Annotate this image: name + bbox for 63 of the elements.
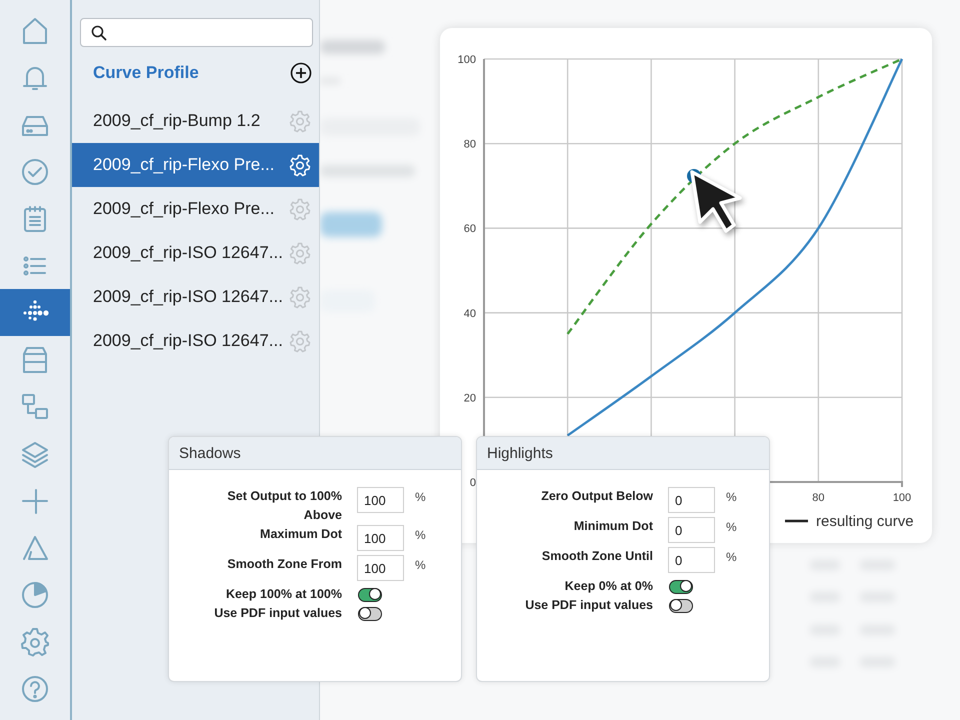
input-field[interactable]: 0 — [668, 517, 715, 543]
settings-icon — [289, 154, 311, 176]
settings-icon — [289, 286, 311, 308]
tick-label: 40 — [464, 308, 476, 320]
panel-title: Shadows — [179, 444, 241, 462]
unit-label: % — [415, 557, 426, 574]
legend-line-icon — [785, 520, 808, 522]
profile-name: 2009_cf_rip-ISO 12647... — [93, 243, 283, 263]
section-title: Curve Profile — [93, 63, 199, 83]
panel-title: Highlights — [487, 444, 553, 462]
profile-item[interactable]: 2009_cf_rip-ISO 12647... — [72, 231, 319, 275]
unit-label: % — [726, 489, 737, 506]
add-button[interactable] — [290, 62, 312, 84]
nav-button[interactable] — [0, 289, 70, 336]
field-label: Keep 0% at 0% — [564, 578, 653, 595]
field-label: Use PDF input values — [524, 597, 653, 614]
legend-label: resulting curve — [816, 513, 914, 530]
tick-label: 80 — [464, 138, 476, 151]
unit-label: % — [726, 519, 737, 536]
profile-item[interactable]: 2009_cf_rip-ISO 12647... — [72, 319, 319, 363]
profile-item[interactable]: 2009_cf_rip-Flexo Pre... — [72, 143, 319, 187]
search-field[interactable] — [80, 18, 313, 47]
tick-label: 0 — [470, 477, 476, 489]
profile-name: 2009_cf_rip-Bump 1.2 — [93, 111, 260, 131]
toggle-switch[interactable] — [358, 606, 382, 620]
settings-icon — [19, 626, 51, 658]
plus-circle-icon — [290, 62, 312, 84]
unit-label: % — [726, 549, 737, 566]
search-icon — [91, 24, 107, 40]
field-label: Zero Output Below — [540, 488, 653, 505]
profile-name: 2009_cf_rip-Flexo Pre... — [93, 199, 274, 219]
toggle-switch[interactable] — [358, 588, 382, 602]
field-label: Smooth Zone Until — [540, 548, 653, 565]
input-field[interactable]: 100 — [357, 525, 404, 551]
profile-name: 2009_cf_rip-ISO 12647... — [93, 331, 283, 351]
input-field[interactable]: 100 — [357, 487, 404, 513]
field-label: Use PDF input values — [213, 605, 342, 622]
settings-icon — [289, 198, 311, 220]
profile-item[interactable]: 2009_cf_rip-Bump 1.2 — [72, 99, 319, 143]
input-field[interactable]: 100 — [357, 555, 404, 581]
toggle-switch[interactable] — [669, 580, 693, 594]
field-label: Set Output to 100% Above — [226, 488, 342, 524]
input-field[interactable]: 0 — [668, 547, 715, 573]
profile-name: 2009_cf_rip-Flexo Pre... — [93, 155, 274, 175]
profile-item[interactable]: 2009_cf_rip-ISO 12647... — [72, 275, 319, 319]
profile-name: 2009_cf_rip-ISO 12647... — [93, 287, 283, 307]
tick-label: 100 — [892, 492, 912, 504]
tick-label: 60 — [464, 223, 476, 236]
field-label: Maximum Dot — [259, 526, 342, 543]
profile-item[interactable]: 2009_cf_rip-Flexo Pre... — [72, 187, 319, 231]
toggle-switch[interactable] — [669, 598, 693, 612]
settings-icon — [289, 110, 311, 132]
field-label: Smooth Zone From — [226, 556, 342, 573]
settings-icon — [289, 330, 311, 352]
tick-label: 80 — [812, 492, 825, 504]
field-label: Keep 100% at 100% — [224, 586, 342, 603]
field-label: Minimum Dot — [572, 518, 653, 535]
unit-label: % — [415, 489, 426, 506]
settings-icon — [289, 242, 311, 264]
tick-label: 20 — [464, 392, 476, 404]
input-field[interactable]: 0 — [668, 487, 715, 513]
unit-label: % — [415, 527, 426, 544]
tick-label: 100 — [458, 54, 476, 66]
